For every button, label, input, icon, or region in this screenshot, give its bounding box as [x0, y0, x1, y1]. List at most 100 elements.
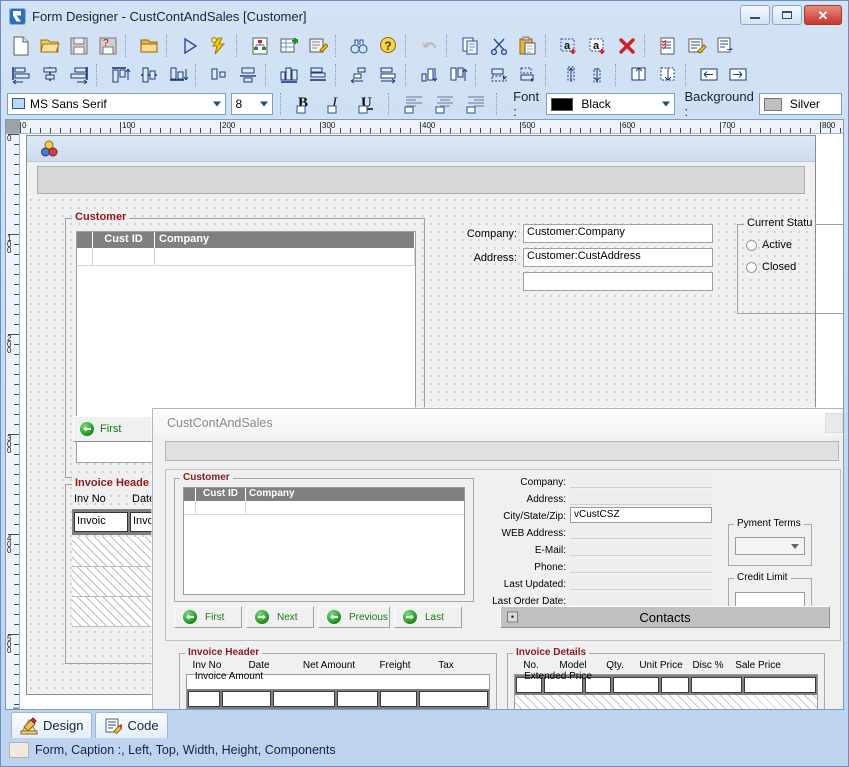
invoice-header-edit-cell[interactable] — [272, 691, 335, 707]
minimize-button[interactable] — [740, 5, 770, 25]
align-bottom-icon[interactable] — [164, 62, 192, 88]
tab-design[interactable]: Design — [11, 712, 93, 738]
dialog-first-button[interactable]: First — [174, 606, 242, 628]
paste-clipboard-icon[interactable] — [514, 33, 542, 59]
tab-code[interactable]: Code — [95, 712, 168, 738]
space-horizontal-icon[interactable] — [345, 62, 373, 88]
structure-icon[interactable] — [246, 33, 274, 59]
align-center-h-icon[interactable] — [36, 62, 64, 88]
design-company-input[interactable]: Customer:Company — [523, 224, 713, 243]
nudge-left-icon[interactable] — [695, 62, 723, 88]
designed-form-caption — [27, 136, 815, 162]
invoice-header-edit-cell[interactable] — [188, 691, 220, 707]
text-align-center-icon[interactable] — [432, 91, 458, 117]
dialog-close-icon[interactable] — [825, 413, 843, 433]
design-extra-input[interactable] — [523, 272, 713, 291]
field-input-web-address[interactable] — [570, 525, 712, 539]
invoice-header-edit-cell[interactable] — [419, 691, 488, 707]
grow-width-icon[interactable] — [514, 62, 542, 88]
font-name-select[interactable]: MS Sans Serif — [7, 93, 226, 115]
add-field-icon[interactable]: a — [584, 33, 612, 59]
space-decrease-v-icon[interactable] — [444, 62, 472, 88]
properties-icon[interactable] — [654, 33, 682, 59]
italic-button[interactable]: I — [324, 91, 350, 117]
bold-button[interactable]: B — [293, 91, 319, 117]
size-to-grid-icon[interactable] — [555, 62, 583, 88]
text-align-left-icon[interactable] — [401, 91, 427, 117]
ruler-tick — [660, 128, 661, 133]
ruler-label: 400 — [422, 121, 436, 130]
invoice-details-empty-row — [515, 695, 817, 709]
field-input-last-updated[interactable] — [570, 576, 712, 590]
payment-terms-select[interactable] — [735, 537, 805, 555]
maximize-button[interactable] — [772, 5, 802, 25]
invoice-header-edit-cell[interactable] — [380, 691, 418, 707]
invoice-header-edit-cell[interactable] — [221, 691, 271, 707]
design-radio-active[interactable]: Active — [746, 239, 792, 251]
font-color-select[interactable]: Black — [546, 93, 676, 115]
field-input-phone[interactable] — [570, 559, 712, 573]
nudge-right-icon[interactable] — [724, 62, 752, 88]
send-to-back-icon[interactable] — [654, 62, 682, 88]
invoice-header-edit-row[interactable] — [187, 689, 489, 709]
ruler-tick — [14, 674, 19, 675]
font-size-select[interactable]: 8 — [230, 93, 273, 115]
edit-record-icon[interactable] — [304, 33, 332, 59]
design-address-input[interactable]: Customer:CustAddress — [523, 248, 713, 267]
align-middle-icon[interactable] — [135, 62, 163, 88]
same-height-icon[interactable] — [304, 62, 332, 88]
size-to-fit-icon[interactable] — [584, 62, 612, 88]
add-label-icon[interactable]: a — [555, 33, 583, 59]
ruler-tick — [14, 404, 19, 405]
background-color-select[interactable]: Silver — [758, 93, 843, 115]
find-binoculars-icon[interactable] — [345, 33, 373, 59]
align-left-icon[interactable] — [7, 62, 35, 88]
center-horizontally-icon[interactable] — [205, 62, 233, 88]
save-as-icon[interactable]: ? — [94, 33, 122, 59]
edit-code-icon[interactable] — [683, 33, 711, 59]
undo-arrow-icon[interactable] — [415, 33, 443, 59]
dialog-customer-grid[interactable]: Cust ID Company — [183, 487, 465, 595]
payment-terms-group-title: Pyment Terms — [734, 518, 804, 529]
field-input-company[interactable] — [570, 474, 712, 488]
space-decrease-h-icon[interactable] — [374, 62, 402, 88]
export-icon[interactable] — [712, 33, 740, 59]
new-file-icon[interactable] — [7, 33, 35, 59]
contacts-expander[interactable]: ▪ Contacts — [500, 606, 830, 628]
invoice-header-edit-cell[interactable] — [336, 691, 379, 707]
field-input-email[interactable] — [570, 542, 712, 556]
align-top-icon[interactable] — [106, 62, 134, 88]
dialog-last-button[interactable]: Last — [394, 606, 462, 628]
save-disk-icon[interactable] — [65, 33, 93, 59]
center-vertically-icon[interactable] — [234, 62, 262, 88]
dialog-previous-button[interactable]: Previous — [318, 606, 390, 628]
design-radio-closed[interactable]: Closed — [746, 261, 796, 273]
add-table-icon[interactable] — [275, 33, 303, 59]
text-align-right-icon[interactable] — [463, 91, 489, 117]
align-right-icon[interactable] — [65, 62, 93, 88]
delete-x-icon[interactable] — [613, 33, 641, 59]
expand-plus-icon[interactable]: ▪ — [507, 611, 518, 623]
help-question-icon[interactable]: ? — [374, 33, 402, 59]
underline-button[interactable]: U — [355, 91, 381, 117]
open-project-icon[interactable] — [135, 33, 163, 59]
lightning-build-icon[interactable] — [205, 33, 233, 59]
bring-to-front-icon[interactable] — [625, 62, 653, 88]
open-folder-icon[interactable] — [36, 33, 64, 59]
ruler-tick — [430, 128, 431, 133]
same-width-icon[interactable] — [275, 62, 303, 88]
field-input-last-order-date[interactable] — [570, 593, 712, 607]
run-play-icon[interactable] — [176, 33, 204, 59]
space-vertical-icon[interactable] — [415, 62, 443, 88]
field-input-city-state-zip[interactable]: vCustCSZ — [570, 507, 712, 523]
shrink-width-icon[interactable] — [485, 62, 513, 88]
dialog-next-button[interactable]: Next — [246, 606, 314, 628]
cut-scissors-icon[interactable] — [485, 33, 513, 59]
field-input-address[interactable] — [570, 491, 712, 505]
toolbar-separator — [125, 34, 132, 57]
close-button[interactable]: ✕ — [804, 5, 842, 25]
design-ih-cell-1[interactable]: Invoic — [74, 512, 128, 532]
custcontandsales-dialog[interactable]: CustContAndSales Customer Cust ID Compan… — [152, 408, 843, 709]
copy-icon[interactable] — [456, 33, 484, 59]
design-canvas[interactable]: Customer Cust ID Company Company: Custom… — [21, 135, 843, 709]
